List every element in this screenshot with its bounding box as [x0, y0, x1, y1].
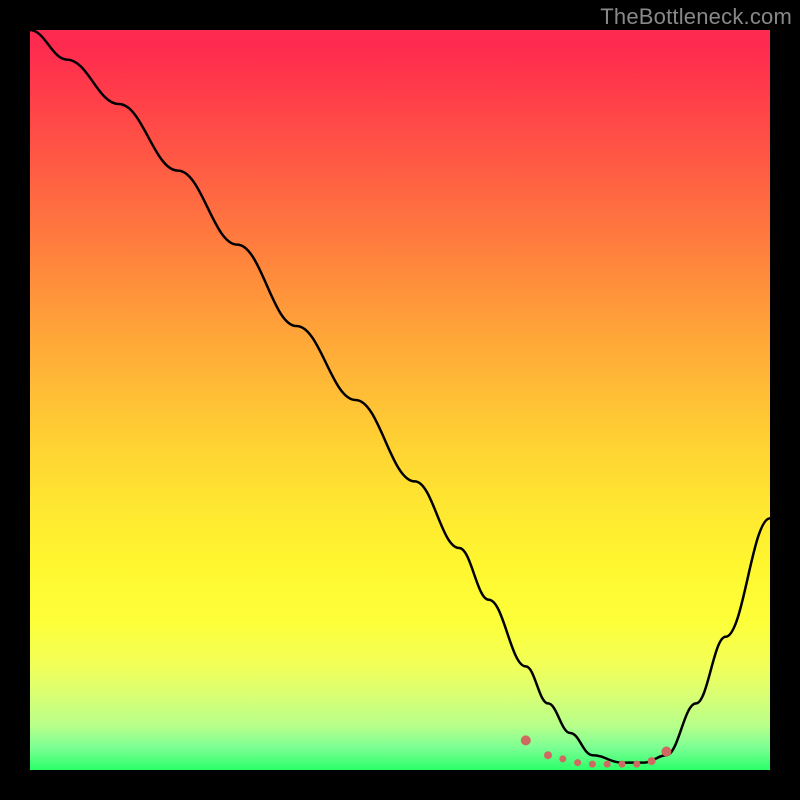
- chart-frame: TheBottleneck.com: [0, 0, 800, 800]
- marker-dot: [619, 761, 626, 768]
- plot-area: [30, 30, 770, 770]
- marker-dot: [521, 735, 531, 745]
- marker-dot: [648, 757, 656, 765]
- marker-dot: [574, 759, 581, 766]
- marker-dot: [589, 761, 596, 768]
- marker-dot: [604, 761, 611, 768]
- highlight-dots: [521, 735, 672, 767]
- watermark-text: TheBottleneck.com: [600, 4, 792, 30]
- marker-dot: [544, 751, 552, 759]
- marker-dot: [559, 755, 566, 762]
- marker-dot: [633, 761, 640, 768]
- marker-dot: [661, 747, 671, 757]
- curve-svg: [30, 30, 770, 770]
- bottleneck-curve: [30, 30, 770, 763]
